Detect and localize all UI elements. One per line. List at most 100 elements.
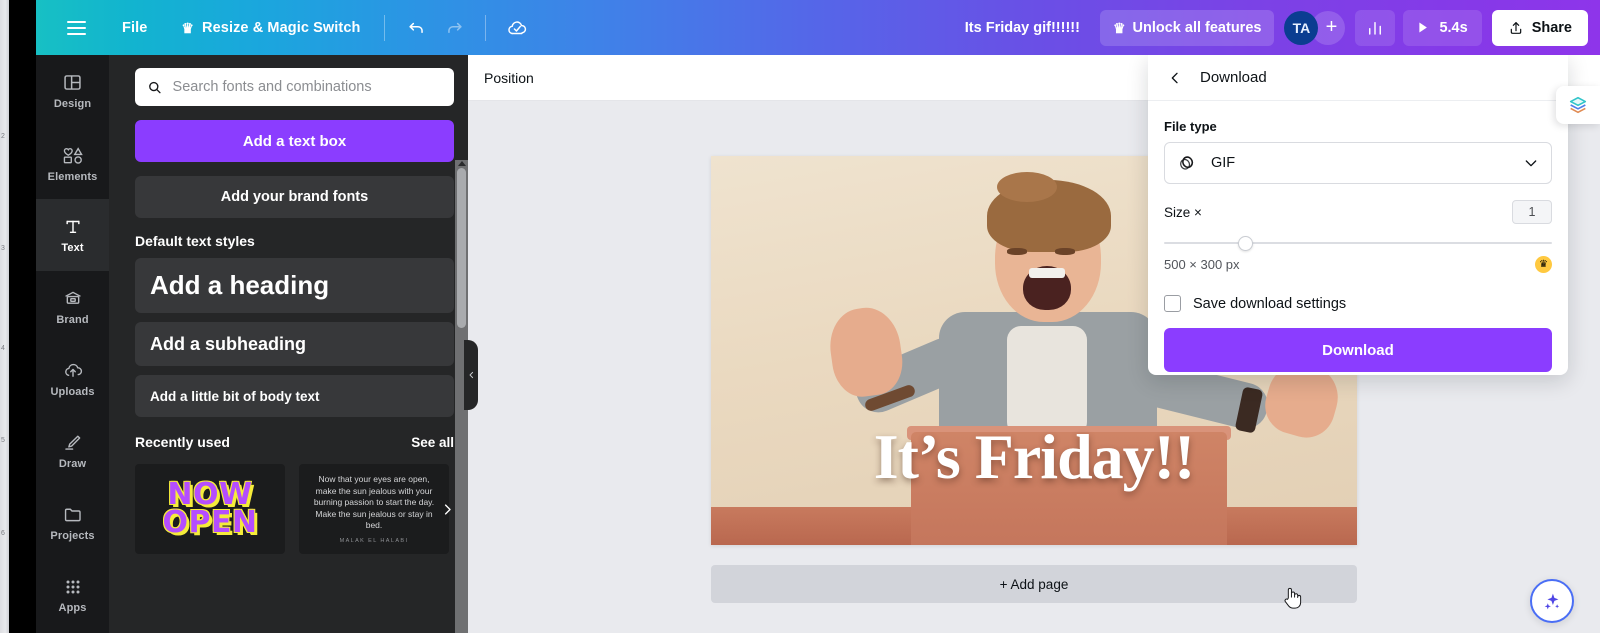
default-text-styles-title: Default text styles — [135, 233, 255, 249]
file-type-label: File type — [1164, 119, 1217, 134]
preview-play-button[interactable]: 5.4s — [1403, 9, 1482, 46]
sidebar-item-elements[interactable]: Elements — [36, 127, 109, 199]
chevron-left-icon — [1171, 72, 1178, 83]
draw-icon — [64, 435, 80, 450]
recently-used-title: Recently used — [135, 434, 230, 450]
list-item[interactable]: NOW OPEN — [135, 464, 285, 554]
ruler-tick: 4 — [1, 345, 5, 352]
elements-icon — [63, 146, 83, 164]
text-panel: Add a text box Add your brand fonts Defa… — [109, 55, 468, 633]
sidebar-label: Text — [61, 242, 84, 254]
design-icon — [64, 75, 81, 90]
file-menu-button[interactable]: File — [108, 10, 161, 46]
redo-icon[interactable] — [435, 10, 473, 46]
save-settings-checkbox[interactable] — [1164, 295, 1181, 312]
gif-icon — [1180, 156, 1194, 170]
size-slider[interactable] — [1164, 236, 1552, 251]
sidebar-item-uploads[interactable]: Uploads — [36, 343, 109, 415]
crown-icon: ♛ — [1112, 19, 1126, 36]
scrollbar-thumb[interactable] — [457, 168, 466, 328]
add-brand-fonts-button[interactable]: Add your brand fonts — [135, 176, 454, 218]
sidebar-label: Draw — [58, 458, 87, 470]
layers-stack-icon[interactable] — [1556, 86, 1600, 124]
magic-sparkle-icon[interactable] — [1530, 579, 1574, 623]
download-panel-header: Download — [1148, 55, 1568, 101]
add-page-button[interactable]: + Add page — [711, 565, 1357, 603]
sidebar-label: Brand — [56, 314, 89, 326]
sidebar-item-apps[interactable]: Apps — [36, 559, 109, 631]
search-input-wrapper[interactable] — [135, 68, 454, 106]
size-multiplier-input[interactable]: 1 — [1512, 200, 1552, 224]
panel-collapse-handle[interactable] — [464, 340, 478, 410]
quote-text: Now that your eyes are open, make the su… — [313, 474, 435, 531]
hamburger-bars — [66, 17, 86, 39]
quote-author: MALAK EL HALABI — [339, 537, 409, 544]
share-button[interactable]: Share — [1491, 9, 1588, 46]
toolbar-right-group: Its Friday gif!!!!!! ♛ Unlock all featur… — [951, 9, 1588, 46]
save-download-settings-row[interactable]: Save download settings — [1164, 295, 1552, 312]
text-style-body[interactable]: Add a little bit of body text — [135, 375, 454, 417]
collaborators-group: + TA — [1284, 10, 1346, 45]
avatar[interactable]: TA — [1284, 10, 1319, 45]
toolbar-left-group: File ♛ Resize & Magic Switch — [36, 10, 536, 46]
text-panel-content: Add a text box Add your brand fonts Defa… — [109, 55, 468, 554]
slider-track — [1164, 242, 1552, 244]
search-icon — [149, 81, 161, 93]
text-style-heading[interactable]: Add a heading — [135, 258, 454, 313]
position-button[interactable]: Position — [484, 70, 534, 86]
left-rail: Design Elements Text Brand Uploads Draw … — [36, 55, 109, 633]
cloud-check-icon[interactable] — [498, 10, 536, 46]
window-black-band — [9, 0, 36, 633]
download-panel: Download File type GIF Size × 1 500 × 30… — [1148, 55, 1568, 375]
person-eye — [1007, 248, 1027, 255]
dimensions-row: 500 × 300 px ♛ — [1164, 256, 1552, 273]
download-panel-title: Download — [1200, 69, 1267, 86]
person-mouth — [1023, 266, 1071, 310]
crown-icon: ♛ — [181, 19, 195, 36]
sidebar-item-design[interactable]: Design — [36, 55, 109, 127]
sidebar-item-text[interactable]: Text — [36, 199, 109, 271]
slider-knob[interactable] — [1238, 236, 1253, 251]
sidebar-item-projects[interactable]: Projects — [36, 487, 109, 559]
see-all-link[interactable]: See all — [411, 435, 454, 450]
sidebar-label: Apps — [58, 601, 87, 614]
ruler-tick: 6 — [1, 530, 5, 537]
bar-chart-icon[interactable] — [1355, 9, 1396, 46]
projects-icon — [64, 508, 81, 522]
share-label: Share — [1531, 19, 1572, 36]
add-text-box-button[interactable]: Add a text box — [135, 120, 454, 162]
sidebar-label: Elements — [47, 170, 98, 183]
recently-used-header: Recently used See all — [135, 434, 454, 450]
hamburger-icon[interactable] — [54, 10, 98, 46]
text-style-subheading[interactable]: Add a subheading — [135, 322, 454, 366]
undo-icon[interactable] — [397, 10, 435, 46]
scroll-up-arrow[interactable] — [458, 161, 466, 166]
document-title[interactable]: Its Friday gif!!!!!! — [951, 20, 1094, 36]
size-row: Size × 1 — [1164, 200, 1552, 224]
resize-magic-switch-button[interactable]: ♛ Resize & Magic Switch — [169, 10, 372, 46]
person-shirt — [1007, 326, 1087, 436]
top-toolbar: File ♛ Resize & Magic Switch Its Friday … — [36, 0, 1600, 55]
recently-used-carousel: NOW OPEN Now that your eyes are open, mak… — [135, 464, 454, 554]
sidebar-item-draw[interactable]: Draw — [36, 415, 109, 487]
resize-label: Resize & Magic Switch — [202, 19, 361, 36]
ruler-tick: 3 — [1, 245, 5, 252]
canvas-overlay-text[interactable]: It’s Friday!! — [711, 425, 1357, 489]
duration-label: 5.4s — [1439, 19, 1468, 36]
sidebar-item-brand[interactable]: Brand — [36, 271, 109, 343]
chevron-down-icon — [1525, 160, 1537, 167]
ruler-tick: 2 — [1, 133, 5, 140]
dimensions-text: 500 × 300 px — [1164, 257, 1240, 272]
unlock-all-features-button[interactable]: ♛ Unlock all features — [1099, 9, 1275, 46]
download-button[interactable]: Download — [1164, 328, 1552, 372]
file-type-select[interactable]: GIF — [1164, 142, 1552, 184]
sidebar-label: Design — [53, 98, 92, 110]
canva-editor-window: 2 3 4 5 6 File ♛ Resize & Magic Switch I… — [0, 0, 1600, 633]
search-input[interactable] — [172, 79, 442, 95]
sidebar-label: Uploads — [50, 386, 95, 398]
list-item[interactable]: Now that your eyes are open, make the su… — [299, 464, 449, 554]
back-button[interactable] — [1164, 67, 1186, 89]
share-upload-icon — [1510, 21, 1521, 34]
person-eye — [1055, 248, 1075, 255]
toolbar-divider — [485, 14, 487, 41]
